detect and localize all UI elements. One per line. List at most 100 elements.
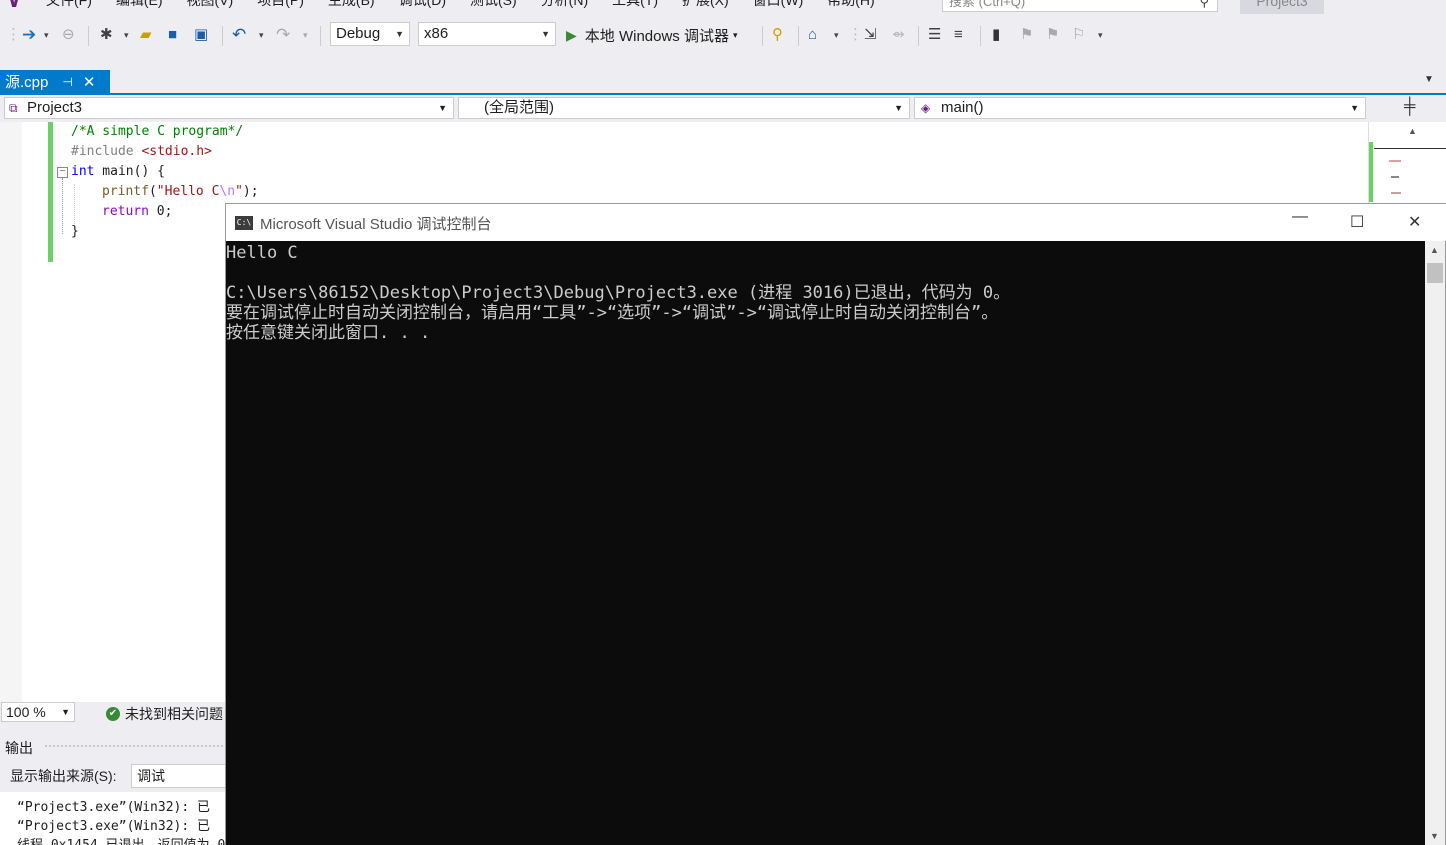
overflow-dropdown-icon[interactable]: ▾ — [834, 26, 839, 44]
start-debugging-button[interactable]: ▶ 本地 Windows 调试器 ▾ — [566, 24, 738, 46]
solution-configuration-select[interactable]: Debug ▼ — [330, 22, 410, 46]
project-name-badge: Project3 — [1240, 0, 1324, 14]
save-icon[interactable]: ■ — [168, 26, 177, 44]
scroll-up-icon[interactable]: ▲ — [1408, 126, 1417, 136]
undo-dropdown-icon[interactable]: ▾ — [259, 26, 264, 44]
menu-tools[interactable]: 工具(T) — [600, 0, 670, 10]
menu-extensions[interactable]: 扩展(X) — [670, 0, 741, 10]
code-directive: #include — [71, 144, 142, 159]
code-text: } — [71, 224, 79, 239]
console-title-bar[interactable]: C:\ Microsoft Visual Studio 调试控制台 — ☐ ✕ — [226, 204, 1446, 241]
back-dropdown-icon[interactable]: ▾ — [44, 26, 49, 44]
menu-project[interactable]: 项目(P) — [245, 0, 316, 10]
issues-label: 未找到相关问题 — [125, 706, 223, 722]
navigate-back-icon[interactable]: ➔ — [22, 26, 36, 44]
split-window-icon[interactable]: ╪ — [1404, 98, 1415, 116]
output-panel-title: 输出 — [5, 740, 33, 756]
menu-file[interactable]: 文件(F) — [34, 0, 104, 10]
console-app-icon: C:\ — [235, 216, 253, 230]
console-vertical-scrollbar[interactable]: ▲ ▼ — [1425, 241, 1445, 845]
menu-build[interactable]: 生成(B) — [316, 0, 387, 10]
menu-test[interactable]: 测试(S) — [458, 0, 529, 10]
new-dropdown-icon[interactable]: ▾ — [124, 26, 129, 44]
function-icon: ◈ — [921, 101, 931, 115]
code-string: " — [235, 184, 243, 199]
play-icon: ▶ — [566, 26, 577, 43]
redo-icon[interactable]: ↷ — [276, 26, 290, 44]
console-output[interactable]: Hello C C:\Users\86152\Desktop\Project3\… — [226, 241, 1425, 845]
code-line-5: return 0; — [102, 202, 172, 222]
code-escape: \n — [219, 184, 236, 199]
minimize-icon[interactable]: — — [1292, 208, 1308, 226]
scope-value: (全局范围) — [484, 99, 554, 116]
editor-vertical-scrollbar[interactable] — [1368, 122, 1446, 212]
platform-value: x86 — [424, 25, 449, 42]
document-tab-source-cpp[interactable]: 源.cpp ⊣ ✕ — [0, 70, 110, 93]
scroll-up-icon[interactable]: ▲ — [1430, 245, 1439, 255]
comment-lines-icon[interactable]: ☰ — [928, 26, 941, 44]
open-file-icon[interactable]: ▰ — [140, 26, 152, 44]
member-select[interactable]: ◈ main() ▼ — [914, 97, 1366, 119]
scrollbar-change-marker — [1369, 142, 1373, 202]
menu-edit[interactable]: 编辑(E) — [104, 0, 175, 10]
code-comment: /*A simple C program*/ — [71, 124, 244, 139]
search-input[interactable]: 搜索 (Ctrl+Q) ⚲ — [942, 0, 1218, 12]
toolbar-separator — [222, 26, 223, 46]
pin-icon[interactable]: ⊣ — [62, 75, 72, 89]
change-tracking-bar — [48, 122, 53, 262]
new-project-icon[interactable]: ✱ — [100, 26, 113, 44]
chevron-down-icon: ▼ — [395, 29, 404, 39]
scope-select[interactable]: (全局范围) ▼ — [458, 97, 910, 119]
zoom-select[interactable]: 100 % ▼ — [1, 702, 75, 722]
step-over-icon[interactable]: ⇴ — [892, 26, 905, 44]
menu-help[interactable]: 帮助(H) — [815, 0, 886, 10]
editor-glyph-margin[interactable] — [0, 122, 22, 702]
toolbar-options-dropdown-icon[interactable]: ▾ — [1098, 26, 1103, 44]
previous-bookmark-icon[interactable]: ⚑ — [1020, 26, 1033, 44]
scrollbar-caret-marker — [1374, 148, 1446, 149]
find-in-files-icon[interactable]: ⚲ — [772, 26, 783, 44]
menu-window[interactable]: 窗口(W) — [741, 0, 816, 10]
configuration-value: Debug — [336, 25, 381, 42]
bookmark-icon[interactable]: ▮ — [992, 26, 1000, 44]
next-bookmark-icon[interactable]: ⚑ — [1046, 26, 1059, 44]
menu-view[interactable]: 视图(V) — [175, 0, 246, 10]
menu-debug[interactable]: 调试(D) — [387, 0, 458, 10]
scrollbar-thumb[interactable] — [1427, 263, 1443, 283]
panel-grip[interactable] — [44, 744, 224, 749]
search-placeholder: 搜索 (Ctrl+Q) — [949, 0, 1026, 9]
check-circle-icon: ✔ — [106, 707, 120, 721]
code-line-2: #include <stdio.h> — [71, 142, 212, 162]
solution-explorer-icon[interactable]: ⌂ — [808, 26, 817, 44]
solution-platform-select[interactable]: x86 ▼ — [418, 22, 556, 46]
chevron-down-icon: ▾ — [732, 29, 738, 40]
toolbar-separator — [980, 26, 981, 46]
chevron-down-icon: ▼ — [61, 707, 70, 717]
visual-studio-logo-icon: ∨ — [6, 0, 23, 12]
project-select[interactable]: ⧉ Project3 ▼ — [4, 97, 454, 119]
undo-icon[interactable]: ↶ — [232, 26, 246, 44]
redo-dropdown-icon[interactable]: ▾ — [303, 26, 308, 44]
toolbar-separator — [918, 26, 919, 46]
output-text-area[interactable]: “Project3.exe”(Win32): 已 “Project3.exe”(… — [0, 792, 230, 845]
tab-overflow-dropdown-icon[interactable]: ▼ — [1424, 74, 1434, 85]
clear-bookmarks-icon[interactable]: ⚐ — [1072, 26, 1085, 44]
code-map-mark — [1391, 176, 1399, 178]
output-source-select[interactable]: 调试 — [131, 764, 231, 788]
menu-analyze[interactable]: 分析(N) — [529, 0, 600, 10]
save-all-icon[interactable]: ▣ — [194, 26, 208, 44]
debug-console-window[interactable]: C:\ Microsoft Visual Studio 调试控制台 — ☐ ✕ … — [225, 203, 1446, 845]
close-icon[interactable]: ✕ — [1408, 212, 1421, 232]
collapse-icon[interactable]: − — [57, 167, 68, 178]
close-icon[interactable]: ✕ — [83, 73, 96, 91]
code-text: ( — [148, 184, 157, 199]
issues-indicator[interactable]: ✔ 未找到相关问题 — [106, 704, 223, 724]
uncomment-lines-icon[interactable]: ≡ — [954, 26, 963, 44]
navigate-forward-icon[interactable]: ⊖ — [62, 26, 75, 44]
console-line: Hello C — [226, 243, 298, 263]
step-into-icon[interactable]: ⇲ — [864, 26, 877, 44]
maximize-icon[interactable]: ☐ — [1350, 212, 1364, 232]
scroll-down-icon[interactable]: ▼ — [1430, 831, 1439, 841]
toolbar-separator — [762, 26, 763, 46]
output-source-label: 显示输出来源(S): — [10, 768, 117, 784]
